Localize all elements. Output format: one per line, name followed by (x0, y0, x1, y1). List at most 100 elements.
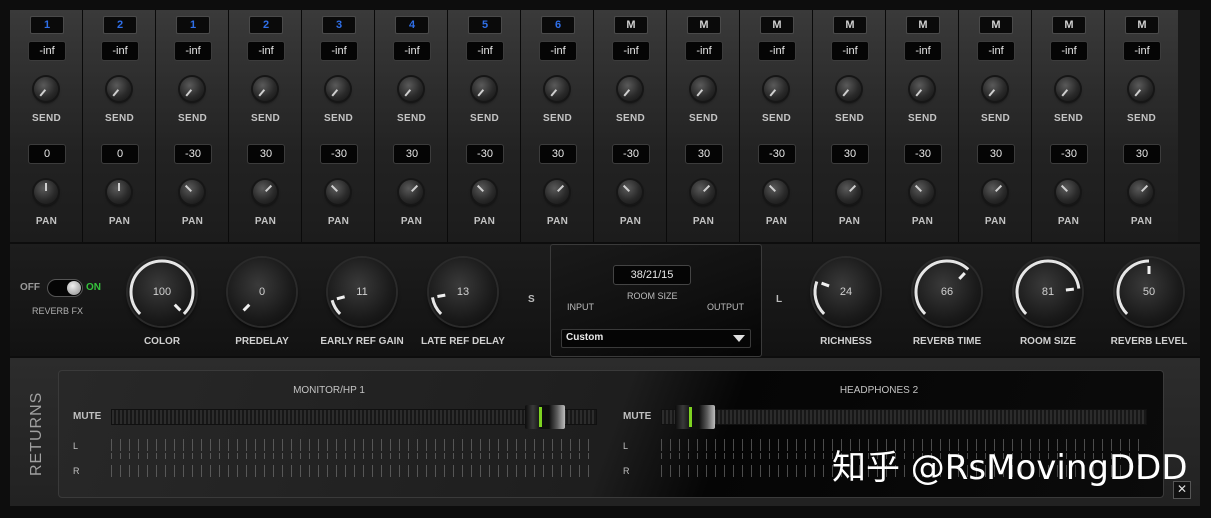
pan-label: PAN (181, 216, 204, 227)
pan-knob[interactable] (472, 180, 496, 204)
channel-number: 4 (395, 16, 429, 34)
pan-value-field[interactable]: -30 (612, 144, 650, 164)
pan-value-field[interactable]: 0 (101, 144, 139, 164)
color-knob[interactable]: 100 (128, 258, 196, 326)
channel-9: M -inf SEND -30 PAN (594, 10, 667, 242)
pan-value-field[interactable]: 30 (539, 144, 577, 164)
channel-5: 3 -inf SEND -30 PAN (302, 10, 375, 242)
reverb-fx-toggle-group: OFF ON REVERB FX (20, 279, 120, 322)
send-value-field[interactable]: -inf (685, 41, 723, 61)
reverb-time-knob[interactable]: 66 (913, 258, 981, 326)
pan-value-field[interactable]: -30 (320, 144, 358, 164)
send-knob[interactable] (764, 77, 788, 101)
predelay-knob[interactable]: 0 (228, 258, 296, 326)
pan-knob[interactable] (545, 180, 569, 204)
pan-knob[interactable] (326, 180, 350, 204)
knob-label: LATE REF DELAY (421, 336, 505, 347)
send-knob[interactable] (253, 77, 277, 101)
room-preset-value: Custom (566, 332, 604, 343)
send-value-field[interactable]: -inf (831, 41, 869, 61)
volume-fader[interactable] (111, 405, 597, 429)
send-knob[interactable] (1129, 77, 1153, 101)
pan-value-field[interactable]: 30 (1123, 144, 1161, 164)
fader-handle[interactable] (675, 405, 716, 429)
pan-value-field[interactable]: -30 (174, 144, 212, 164)
pan-value-field[interactable]: 30 (685, 144, 723, 164)
send-knob[interactable] (910, 77, 934, 101)
send-knob[interactable] (34, 77, 58, 101)
send-value-field[interactable]: -inf (904, 41, 942, 61)
pan-knob[interactable] (1129, 180, 1153, 204)
send-knob[interactable] (618, 77, 642, 101)
room-size-knob[interactable]: 81 (1014, 258, 1082, 326)
pan-knob[interactable] (983, 180, 1007, 204)
mute-button[interactable]: MUTE (623, 411, 651, 422)
pan-value-field[interactable]: -30 (466, 144, 504, 164)
send-value-field[interactable]: -inf (320, 41, 358, 61)
pan-value-field[interactable]: 30 (393, 144, 431, 164)
early-ref-gain-knob[interactable]: 11 (328, 258, 396, 326)
late-ref-delay-knob[interactable]: 13 (429, 258, 497, 326)
send-value-field[interactable]: -inf (1123, 41, 1161, 61)
knob-label: RICHNESS (820, 336, 872, 347)
send-knob[interactable] (472, 77, 496, 101)
pan-value-field[interactable]: 30 (831, 144, 869, 164)
channel-number: 1 (30, 16, 64, 34)
reverb-fx-toggle[interactable] (47, 279, 83, 297)
send-value-field[interactable]: -inf (393, 41, 431, 61)
send-knob[interactable] (107, 77, 131, 101)
send-value-field[interactable]: -inf (466, 41, 504, 61)
pan-knob[interactable] (837, 180, 861, 204)
room-preset-dropdown[interactable]: Custom (561, 329, 751, 348)
pan-label: PAN (546, 216, 569, 227)
channel-10: M -inf SEND 30 PAN (667, 10, 740, 242)
pan-value-field[interactable]: -30 (904, 144, 942, 164)
pan-knob[interactable] (910, 180, 934, 204)
room-size-panel: 38/21/15 ROOM SIZE INPUT OUTPUT Custom (550, 244, 762, 357)
stereo-l-mark: L (776, 294, 783, 305)
mute-button[interactable]: MUTE (73, 411, 101, 422)
pan-knob[interactable] (399, 180, 423, 204)
send-value-field[interactable]: -inf (101, 41, 139, 61)
reverb-level-knob[interactable]: 50 (1115, 258, 1183, 326)
pan-knob[interactable] (1056, 180, 1080, 204)
pan-value-field[interactable]: -30 (1050, 144, 1088, 164)
send-value-field[interactable]: -inf (758, 41, 796, 61)
send-knob[interactable] (399, 77, 423, 101)
pan-knob[interactable] (691, 180, 715, 204)
pan-value-field[interactable]: 30 (247, 144, 285, 164)
send-knob[interactable] (545, 77, 569, 101)
richness-knob[interactable]: 24 (812, 258, 880, 326)
knob-value: 66 (940, 286, 954, 298)
fader-handle[interactable] (524, 405, 565, 429)
channel-strip: 1 -inf SEND 0 PAN 2 -inf SEND 0 PAN 1 -inf SEND -30 PA… (10, 10, 1200, 242)
pan-knob[interactable] (253, 180, 277, 204)
knob-value: 81 (1041, 286, 1055, 298)
send-value-field[interactable]: -inf (1050, 41, 1088, 61)
send-value-field[interactable]: -inf (247, 41, 285, 61)
volume-fader[interactable] (661, 405, 1147, 429)
send-value-field[interactable]: -inf (612, 41, 650, 61)
pan-value-field[interactable]: -30 (758, 144, 796, 164)
pan-value-field[interactable]: 0 (28, 144, 66, 164)
pan-knob[interactable] (107, 180, 131, 204)
send-knob[interactable] (837, 77, 861, 101)
send-label: SEND (689, 113, 718, 124)
send-value-field[interactable]: -inf (977, 41, 1015, 61)
pan-knob[interactable] (34, 180, 58, 204)
send-knob[interactable] (691, 77, 715, 101)
send-value-field[interactable]: -inf (28, 41, 66, 61)
channel-12: M -inf SEND 30 PAN (813, 10, 886, 242)
send-knob[interactable] (326, 77, 350, 101)
send-knob[interactable] (180, 77, 204, 101)
send-knob[interactable] (983, 77, 1007, 101)
send-knob[interactable] (1056, 77, 1080, 101)
pan-knob[interactable] (764, 180, 788, 204)
send-value-field[interactable]: -inf (539, 41, 577, 61)
pan-value-field[interactable]: 30 (977, 144, 1015, 164)
send-value-field[interactable]: -inf (174, 41, 212, 61)
pan-knob[interactable] (618, 180, 642, 204)
channel-3: 1 -inf SEND -30 PAN (156, 10, 229, 242)
pan-knob[interactable] (180, 180, 204, 204)
pan-label: PAN (619, 216, 642, 227)
